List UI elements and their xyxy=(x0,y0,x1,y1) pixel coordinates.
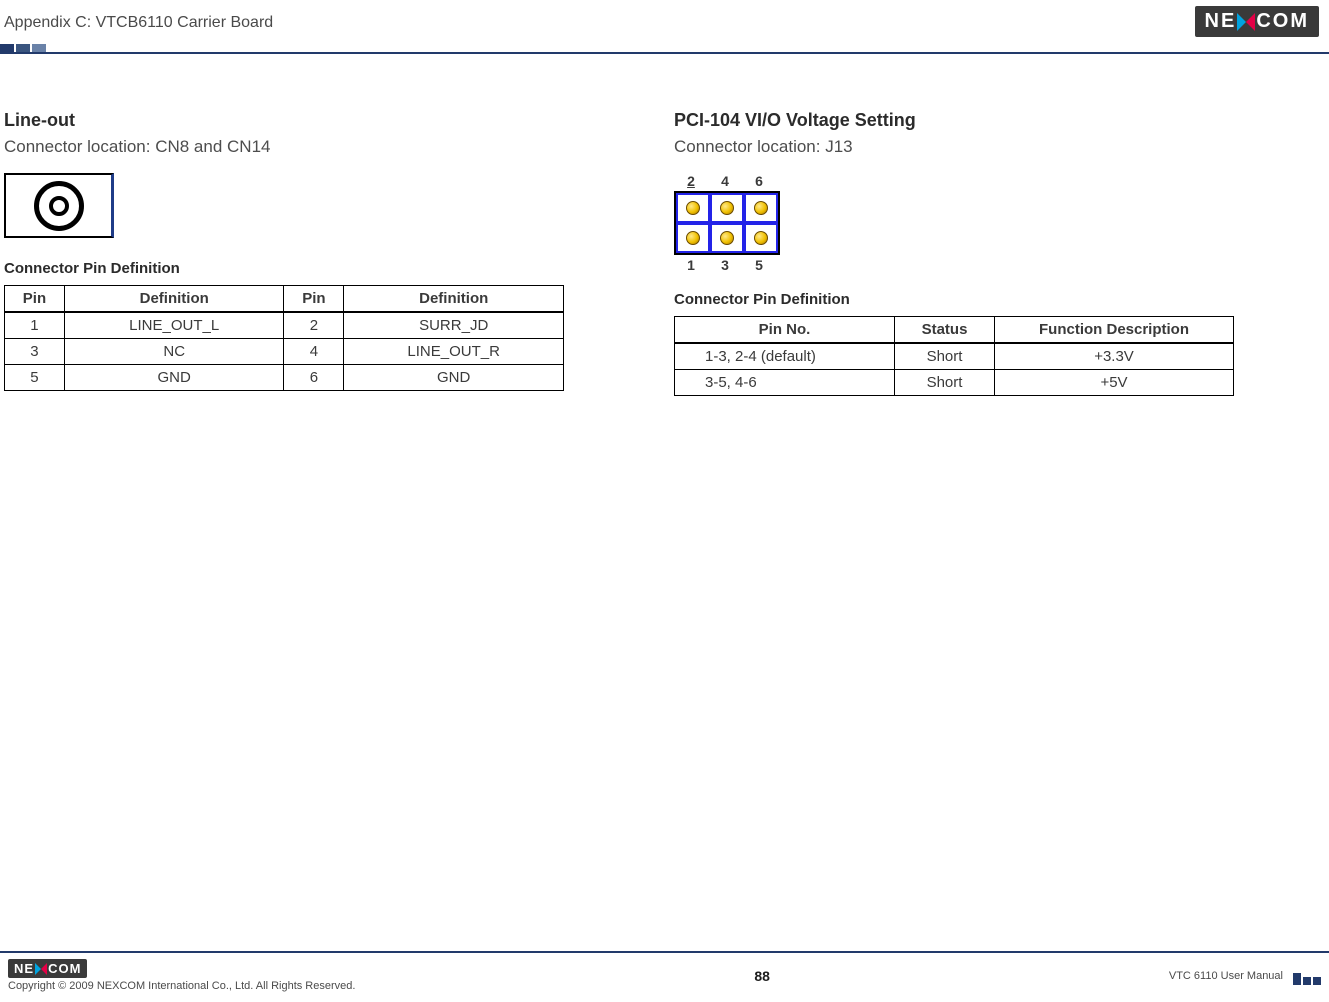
pin-dot-icon xyxy=(720,231,734,245)
pci104-heading: PCI-104 VI/O Voltage Setting xyxy=(674,110,1274,131)
cell-pin: 1 xyxy=(5,312,65,339)
j13-pin-1 xyxy=(676,223,710,253)
cell-pinno: 1-3, 2-4 (default) xyxy=(675,343,895,370)
j13-bottom-labels: 1 3 5 xyxy=(674,257,780,273)
th-pin-1: Pin xyxy=(5,286,65,313)
manual-title: VTC 6110 User Manual xyxy=(1169,970,1283,982)
logo-x-footer-icon xyxy=(35,963,47,975)
table-row: 3 NC 4 LINE_OUT_R xyxy=(5,339,564,365)
footer-rule xyxy=(0,951,1329,953)
j13-label-1: 1 xyxy=(674,257,708,273)
nexcom-logo-footer: NE COM xyxy=(8,959,87,978)
pin-dot-icon xyxy=(754,231,768,245)
audio-jack-inner-ring-icon xyxy=(49,196,69,216)
audio-jack-diagram xyxy=(4,173,114,238)
cell-def: SURR_JD xyxy=(344,312,564,339)
table-row: 5 GND 6 GND xyxy=(5,365,564,391)
j13-label-2: 2 xyxy=(674,173,708,189)
cell-pin: 5 xyxy=(5,365,65,391)
cell-status: Short xyxy=(895,370,995,396)
cell-pin: 3 xyxy=(5,339,65,365)
j13-label-6: 6 xyxy=(742,173,776,189)
cell-func: +3.3V xyxy=(995,343,1234,370)
nexcom-logo-top: NE COM xyxy=(1195,6,1319,37)
j13-pin-grid xyxy=(674,191,780,255)
logo-x-icon xyxy=(1237,13,1255,31)
j13-pin-2 xyxy=(676,193,710,223)
lineout-table-title: Connector Pin Definition xyxy=(4,260,614,277)
j13-pin-5 xyxy=(744,223,778,253)
logo-ne-footer: NE xyxy=(14,961,34,976)
pci104-table-title: Connector Pin Definition xyxy=(674,291,1274,308)
logo-com: COM xyxy=(1256,10,1309,33)
logo-ne: NE xyxy=(1205,10,1237,33)
pci104-pin-table: Pin No. Status Function Description 1-3,… xyxy=(674,316,1234,396)
cell-def: NC xyxy=(64,339,284,365)
table-row: 3-5, 4-6 Short +5V xyxy=(675,370,1234,396)
th-pin-2: Pin xyxy=(284,286,344,313)
j13-label-3: 3 xyxy=(708,257,742,273)
pin-dot-icon xyxy=(686,201,700,215)
lineout-heading: Line-out xyxy=(4,110,614,131)
lineout-connector-location: Connector location: CN8 and CN14 xyxy=(4,137,614,157)
th-status: Status xyxy=(895,317,995,344)
appendix-title: Appendix C: VTCB6110 Carrier Board xyxy=(4,14,273,32)
cell-func: +5V xyxy=(995,370,1234,396)
lineout-pin-table: Pin Definition Pin Definition 1 LINE_OUT… xyxy=(4,285,564,391)
cell-pin: 4 xyxy=(284,339,344,365)
header-rule xyxy=(0,52,1329,54)
cell-pin: 6 xyxy=(284,365,344,391)
table-header-row: Pin No. Status Function Description xyxy=(675,317,1234,344)
pin-dot-icon xyxy=(754,201,768,215)
pin-dot-icon xyxy=(686,231,700,245)
j13-diagram: 2 4 6 1 3 5 xyxy=(674,173,780,273)
j13-label-5: 5 xyxy=(742,257,776,273)
pin-dot-icon xyxy=(720,201,734,215)
table-row: 1-3, 2-4 (default) Short +3.3V xyxy=(675,343,1234,370)
th-func: Function Description xyxy=(995,317,1234,344)
table-row: 1 LINE_OUT_L 2 SURR_JD xyxy=(5,312,564,339)
cell-def: LINE_OUT_L xyxy=(64,312,284,339)
j13-top-labels: 2 4 6 xyxy=(674,173,780,189)
logo-com-footer: COM xyxy=(48,961,81,976)
table-header-row: Pin Definition Pin Definition xyxy=(5,286,564,313)
pci104-connector-location: Connector location: J13 xyxy=(674,137,1274,157)
cell-status: Short xyxy=(895,343,995,370)
cell-def: GND xyxy=(64,365,284,391)
cell-pinno: 3-5, 4-6 xyxy=(675,370,895,396)
page-number: 88 xyxy=(754,968,770,984)
cell-def: LINE_OUT_R xyxy=(344,339,564,365)
th-def-2: Definition xyxy=(344,286,564,313)
j13-pin-6 xyxy=(744,193,778,223)
j13-pin-3 xyxy=(710,223,744,253)
audio-jack-outer-ring-icon xyxy=(34,181,84,231)
cell-pin: 2 xyxy=(284,312,344,339)
th-pinno: Pin No. xyxy=(675,317,895,344)
j13-pin-4 xyxy=(710,193,744,223)
footer-decor-icon xyxy=(1293,967,1321,985)
j13-label-4: 4 xyxy=(708,173,742,189)
copyright-text: Copyright © 2009 NEXCOM International Co… xyxy=(8,980,355,992)
th-def-1: Definition xyxy=(64,286,284,313)
cell-def: GND xyxy=(344,365,564,391)
